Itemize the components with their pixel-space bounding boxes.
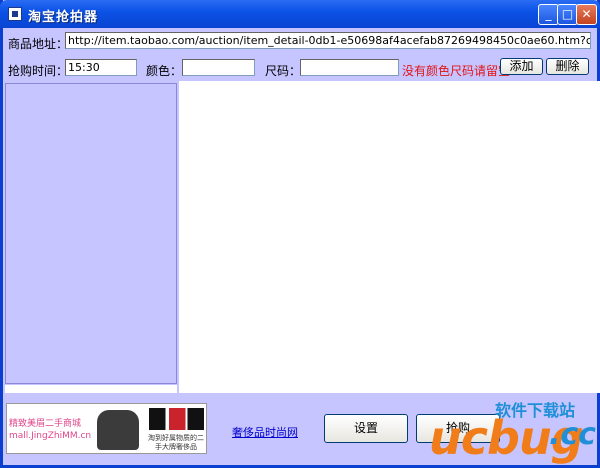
time-input[interactable]: 15:30 [65, 59, 137, 76]
banner-caption: 淘到好属物质的二手大牌奢侈品 [148, 434, 204, 451]
url-input[interactable]: http://item.taobao.com/auction/item_deta… [65, 32, 591, 49]
maximize-button[interactable]: □ [557, 4, 578, 25]
size-label: 尺码： [265, 64, 302, 78]
settings-button[interactable]: 设置 [324, 414, 408, 443]
time-label: 抢购时间： [8, 64, 69, 78]
url-label: 商品地址： [8, 37, 69, 51]
brand-logos [149, 408, 204, 430]
title-bar[interactable]: 淘宝抢拍器 _ □ ✕ [0, 0, 600, 28]
log-pane[interactable] [179, 81, 600, 393]
delete-button[interactable]: 删除 [546, 58, 589, 75]
buy-button[interactable]: 抢购 [416, 414, 500, 443]
color-input[interactable] [182, 59, 255, 76]
app-icon [8, 7, 22, 21]
watermark-text: 软件下载站 [495, 401, 576, 420]
luxury-fashion-link[interactable]: 奢侈品时尚网 [232, 424, 298, 440]
list-scroll-strip [5, 385, 177, 393]
banner-title: 精致美眉二手商城 [9, 419, 82, 429]
ad-banner[interactable]: 精致美眉二手商城 mall.JingZhiMM.cn 淘到好属物质的二手大牌奢侈… [6, 403, 207, 454]
size-input[interactable] [300, 59, 399, 76]
close-button[interactable]: ✕ [576, 4, 597, 25]
banner-photo [97, 410, 139, 450]
app-window: 淘宝抢拍器 _ □ ✕ 商品地址： http://item.taobao.com… [0, 0, 600, 468]
banner-url: mall.JingZhiMM.cn [9, 431, 92, 441]
empty-hint: 没有颜色尺码请留空 [402, 64, 511, 78]
add-button[interactable]: 添加 [500, 58, 543, 75]
color-label: 颜色： [146, 64, 183, 78]
watermark-logo-suffix: .cc [549, 417, 596, 452]
minimize-button[interactable]: _ [538, 4, 559, 25]
window-title: 淘宝抢拍器 [28, 10, 99, 25]
item-list-pane[interactable] [5, 83, 177, 384]
banner-text: 精致美眉二手商城 mall.JingZhiMM.cn [9, 418, 94, 453]
